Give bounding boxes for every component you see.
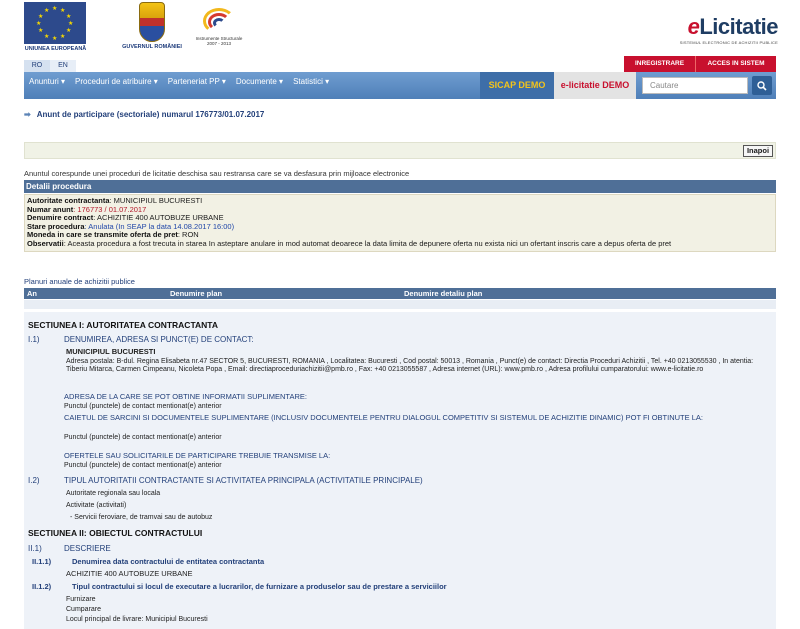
ii12-subtype: Cumparare [66, 606, 102, 613]
auth-bar: INREGISTRARE ACCES IN SISTEM [624, 56, 776, 72]
gov-caption: GUVERNUL ROMÂNIEI [122, 44, 182, 50]
nav-item-anunturi[interactable]: Anunturi ▾ [24, 72, 70, 99]
caiet-value: Punctul (punctele) de contact mentionat(… [64, 434, 222, 441]
sicap-demo-link[interactable]: SICAP DEMO [480, 72, 554, 99]
government-logo: GUVERNUL ROMÂNIEI [122, 2, 182, 57]
org-name: MUNICIPIUL BUCURESTI [66, 347, 156, 356]
eu-flag-icon: ★ ★ ★ ★ ★ ★ ★ ★ ★ ★ ★ ★ [24, 2, 86, 44]
i2-authority-type: Autoritate regionala sau locala [66, 490, 161, 497]
i2-activity-label: Activitate (activitati) [66, 502, 127, 509]
ii1-number: II.1) [28, 544, 42, 553]
oferte-label: OFERTELE SAU SOLICITARILE DE PARTICIPARE… [64, 451, 331, 460]
i1-label: DENUMIREA, ADRESA SI PUNCT(E) DE CONTACT… [64, 335, 254, 344]
nav-item-documente[interactable]: Documente ▾ [231, 72, 288, 99]
ii1-label: DESCRIERE [64, 544, 111, 553]
coat-of-arms-icon [139, 2, 165, 42]
register-button[interactable]: INREGISTRARE [624, 56, 696, 72]
ii11-label: Denumirea data contractului de entitatea… [72, 557, 265, 566]
notice-sections: SECTIUNEA I: AUTORITATEA CONTRACTANTA I.… [24, 312, 776, 629]
search-button[interactable] [752, 76, 772, 95]
language-switcher: RO EN [24, 60, 76, 72]
search-input[interactable]: Cautare [642, 77, 748, 94]
lang-en-link[interactable]: EN [50, 60, 76, 72]
ii12-type: Furnizare [66, 596, 96, 603]
ii12-number: II.1.2) [32, 582, 52, 591]
planuri-table-header: An Denumire plan Denumire detaliu plan [24, 288, 776, 299]
planuri-table-body [24, 300, 776, 309]
brand-subtitle: SISTEMUL ELECTRONIC DE ACHIZITII PUBLICE [679, 40, 778, 45]
arrow-right-icon: ➡ [24, 110, 31, 119]
eu-logo: ★ ★ ★ ★ ★ ★ ★ ★ ★ ★ ★ ★ UNIUNEA EUROPEANĂ [24, 2, 87, 57]
nav-item-proceduri[interactable]: Proceduri de atribuire ▾ [70, 72, 163, 99]
elicitatie-logo[interactable]: eLicitatie SISTEMUL ELECTRONIC DE ACHIZI… [679, 14, 779, 45]
page-title: ➡ Anunt de participare (sectoriale) numar… [24, 110, 265, 119]
i2-number: I.2) [28, 476, 40, 485]
col-denumire-detaliu: Denumire detaliu plan [404, 289, 483, 298]
partner-logos: ★ ★ ★ ★ ★ ★ ★ ★ ★ ★ ★ ★ UNIUNEA EUROPEANĂ GUVERN… [24, 2, 242, 58]
i2-label: TIPUL AUTORITATII CONTRACTANTE SI ACTIVI… [64, 476, 423, 485]
section-1-title: SECTIUNEA I: AUTORITATEA CONTRACTANTA [28, 320, 218, 330]
intro-text: Anuntul corespunde unei proceduri de lic… [24, 169, 410, 178]
ii11-value: ACHIZITIE 400 AUTOBUZE URBANE [66, 569, 193, 578]
brand-name: eLicitatie [687, 14, 779, 39]
nav-menu: Anunturi ▾ Proceduri de atribuire ▾ Part… [24, 72, 334, 99]
caiet-label: CAIETUL DE SARCINI SI DOCUMENTELE SUPLIM… [64, 413, 703, 422]
login-button[interactable]: ACCES IN SISTEM [696, 56, 776, 72]
i2-activity-value: - Servicii feroviare, de tramvai sau de … [70, 514, 213, 521]
back-button[interactable]: Inapoi [743, 145, 773, 157]
col-an: An [27, 289, 37, 298]
planuri-label: Planuri anuale de achizitii publice [24, 277, 135, 286]
search-icon [757, 80, 767, 91]
info-address-value: Punctul (punctele) de contact mentionat(… [64, 403, 222, 410]
nav-item-statistici[interactable]: Statistici ▾ [288, 72, 334, 99]
section-2-title: SECTIUNEA II: OBIECTUL CONTRACTULUI [28, 528, 203, 538]
structural-instruments-logo: Instrumente Structurale 2007 - 2013 [184, 2, 254, 60]
oferte-value: Punctul (punctele) de contact mentionat(… [64, 462, 222, 469]
elicitatie-demo-link[interactable]: e-licitatie DEMO [554, 72, 636, 99]
col-denumire-plan: Denumire plan [170, 289, 223, 298]
i1-number: I.1) [28, 335, 40, 344]
info-address-label: ADRESA DE LA CARE SE POT OBTINE INFORMAT… [64, 392, 307, 401]
nav-item-parteneriat[interactable]: Parteneriat PP ▾ [163, 72, 231, 99]
is-caption-2: 2007 - 2013 [206, 41, 232, 46]
lang-ro-link[interactable]: RO [24, 60, 50, 72]
back-toolbar: Inapoi [24, 142, 776, 159]
org-address: Adresa postala: B-dul. Regina Elisabeta … [66, 358, 754, 374]
ii11-number: II.1.1) [32, 557, 52, 566]
ii12-location: Locul principal de livrare: Municipiul B… [66, 616, 208, 623]
ii12-label: Tipul contractului si locul de executare… [72, 582, 447, 591]
structural-instruments-icon [199, 2, 239, 36]
detalii-heading: Detalii procedura [24, 180, 776, 193]
detalii-panel: Autoritate contractanta: MUNICIPIUL BUCU… [24, 194, 776, 252]
main-navigation: Anunturi ▾ Proceduri de atribuire ▾ Part… [24, 72, 776, 99]
eu-caption: UNIUNEA EUROPEANĂ [24, 46, 87, 52]
detail-observatii: Observatii: Aceasta procedura a fost tre… [27, 238, 672, 248]
